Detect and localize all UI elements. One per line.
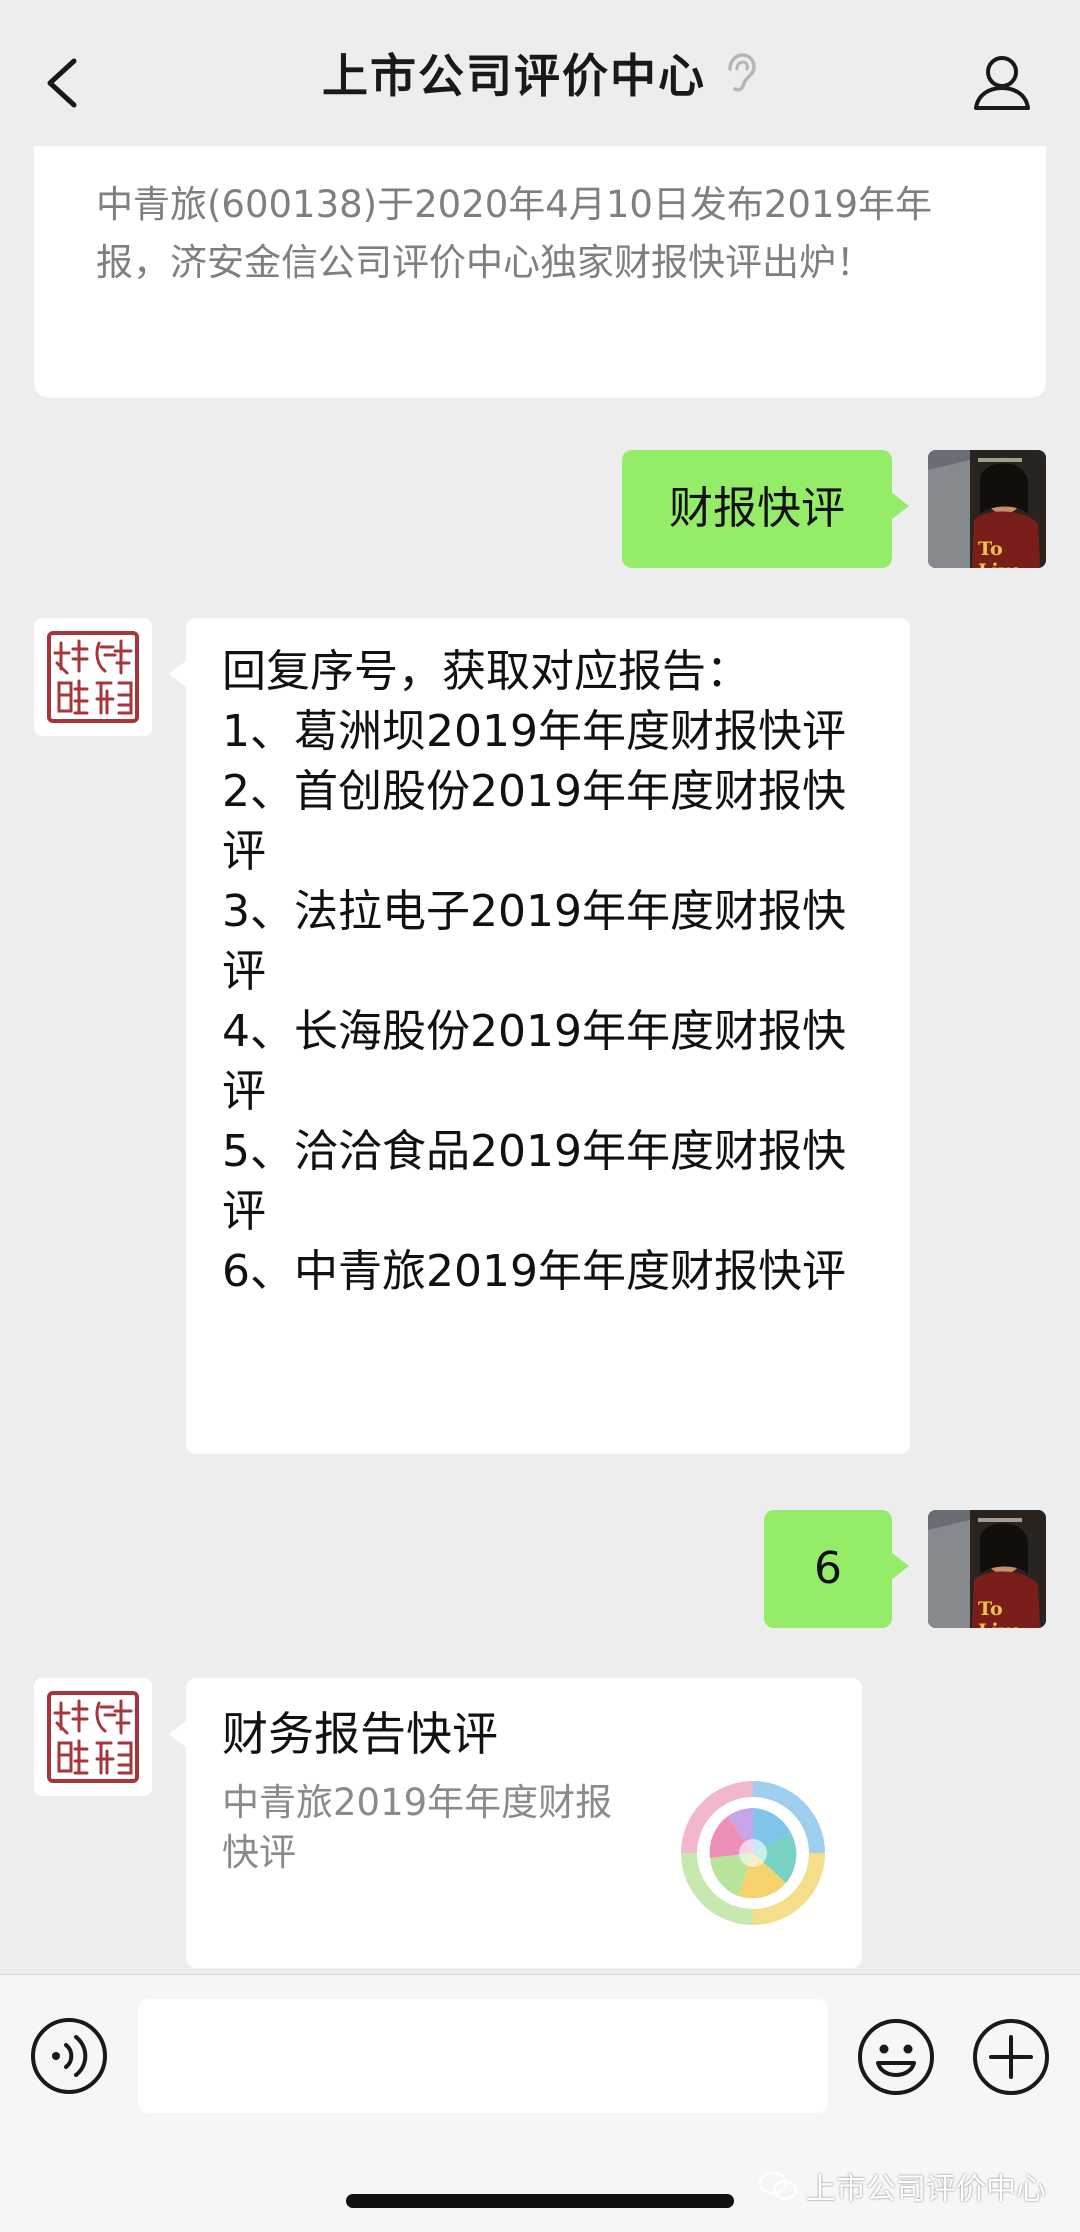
seal-logo-icon: [47, 1691, 139, 1783]
user-message-bubble[interactable]: 6: [764, 1510, 909, 1628]
home-indicator[interactable]: [346, 2194, 734, 2208]
menu-item-3: 3、法拉电子2019年年度财报快评: [222, 886, 846, 997]
emoji-icon[interactable]: [856, 2017, 936, 2097]
link-card-thumbnail: [681, 1781, 825, 1925]
menu-item-4: 4、长海股份2019年年度财报快评: [222, 1006, 846, 1117]
article-message-card[interactable]: 中青旅(600138)于2020年4月10日发布2019年年报，济安金信公司评价…: [34, 146, 1046, 398]
watermark-text: 上市公司评价中心: [806, 2172, 1046, 2207]
link-card-title: 财务报告快评: [222, 1707, 498, 1761]
menu-item-2: 2、首创股份2019年年度财报快评: [222, 766, 846, 877]
user-message-text: 6: [814, 1543, 842, 1594]
voice-icon[interactable]: [30, 2017, 108, 2095]
user-avatar[interactable]: To Live: [928, 450, 1046, 568]
page-title: 上市公司评价中心: [322, 49, 706, 103]
plus-icon[interactable]: [971, 2017, 1051, 2097]
user-avatar-caption: To Live: [978, 538, 1022, 568]
menu-intro: 回复序号，获取对应报告：: [222, 646, 750, 697]
bot-avatar[interactable]: [34, 618, 152, 736]
menu-item-5: 5、洽洽食品2019年年度财报快评: [222, 1126, 846, 1237]
ear-icon: [728, 53, 756, 92]
user-avatar[interactable]: To Live: [928, 1510, 1046, 1628]
article-message-text: 中青旅(600138)于2020年4月10日发布2019年年报，济安金信公司评价…: [96, 183, 933, 284]
nav-header: 上市公司评价中心: [0, 0, 1080, 146]
chat-area[interactable]: 中青旅(600138)于2020年4月10日发布2019年年报，济安金信公司评价…: [0, 146, 1080, 1974]
user-avatar-caption: To Live: [978, 1598, 1022, 1628]
header-title-wrap: 上市公司评价中心: [322, 40, 758, 106]
watermark: 上市公司评价中心: [758, 2164, 1046, 2208]
user-message-text: 财报快评: [669, 483, 845, 534]
person-icon[interactable]: [970, 50, 1034, 114]
message-input[interactable]: [138, 1999, 828, 2113]
link-card-description: 中青旅2019年年度财报快评: [222, 1781, 613, 1874]
menu-item-1: 1、葛洲坝2019年年度财报快评: [222, 706, 846, 757]
wechat-icon: [758, 2171, 798, 2200]
bot-menu-bubble[interactable]: 回复序号，获取对应报告： 1、葛洲坝2019年年度财报快评 2、首创股份2019…: [169, 618, 910, 1454]
article-link-card[interactable]: 财务报告快评 中青旅2019年年度财报快评: [169, 1678, 862, 1968]
user-message-bubble[interactable]: 财报快评: [622, 450, 909, 568]
seal-logo-icon: [47, 631, 139, 723]
bot-avatar[interactable]: [34, 1678, 152, 1796]
menu-item-6: 6、中青旅2019年年度财报快评: [222, 1246, 846, 1297]
chevron-left-icon[interactable]: [40, 55, 86, 111]
